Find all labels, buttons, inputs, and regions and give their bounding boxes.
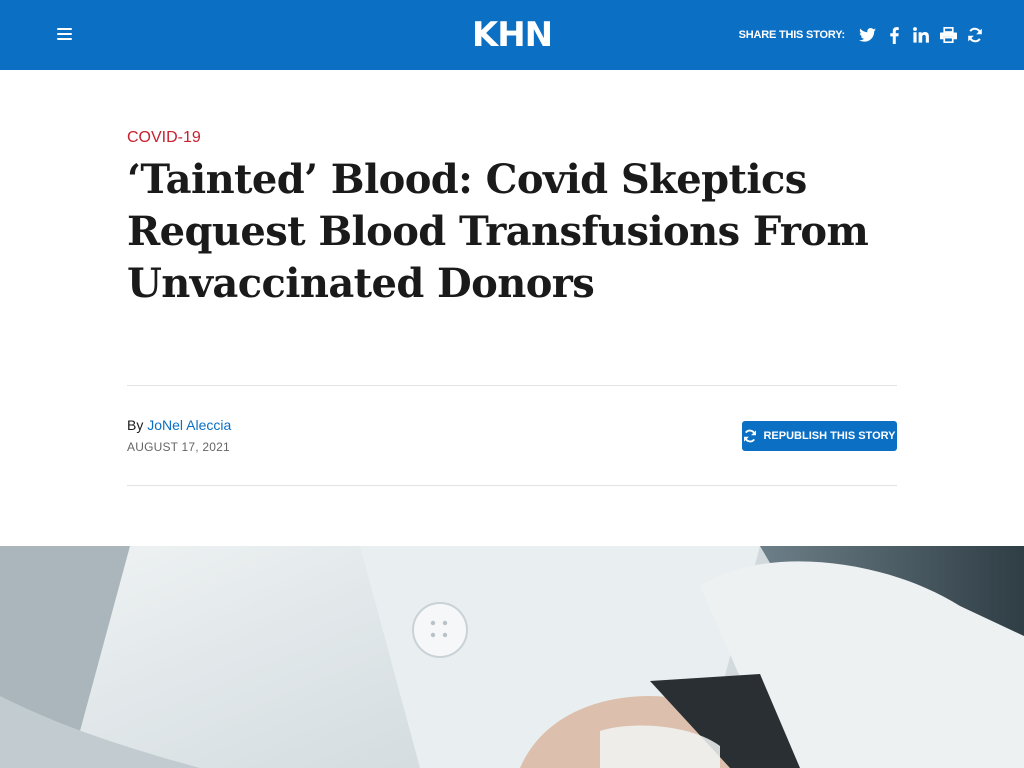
byline: By JoNel Aleccia [127,415,231,435]
share-bar: SHARE THIS STORY: [739,22,984,48]
republish-button[interactable]: REPUBLISH THIS STORY [742,421,897,451]
republish-button-label: REPUBLISH THIS STORY [763,430,896,442]
divider-top [127,385,897,386]
linkedin-icon[interactable] [912,26,930,44]
publish-date: AUGUST 17, 2021 [127,440,230,454]
republish-button-icon [743,429,757,443]
byline-prefix: By [127,417,144,433]
print-icon[interactable] [939,26,957,44]
article-title: ‘Tainted’ Blood: Covid Skeptics Request … [127,156,869,307]
hero-photo-illustration [0,546,1024,768]
site-header: KHN SHARE THIS STORY: [0,0,1024,70]
menu-icon[interactable] [57,28,72,41]
category-link[interactable]: COVID-19 [127,127,201,149]
twitter-icon[interactable] [858,26,876,44]
author-link[interactable]: JoNel Aleccia [147,417,231,433]
republish-icon[interactable] [966,26,984,44]
divider-bottom [127,485,897,486]
facebook-icon[interactable] [885,26,903,44]
khn-logo[interactable]: KHN [470,15,554,55]
share-label: SHARE THIS STORY: [738,29,846,41]
hero-image [0,546,1024,768]
